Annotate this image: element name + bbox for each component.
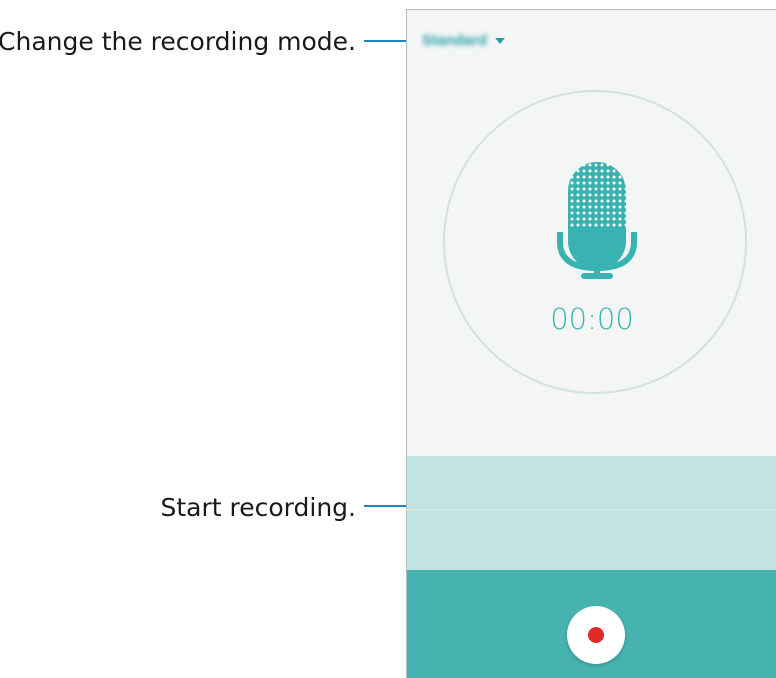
voice-recorder-screen: Standard 00:00 — [406, 9, 776, 678]
microphone-icon — [557, 162, 637, 279]
recording-timer: 00:00 — [550, 302, 634, 336]
recording-mode-label: Standard — [422, 32, 488, 49]
waveform-area — [407, 456, 776, 570]
waveform-baseline — [407, 509, 776, 510]
chevron-down-icon — [495, 37, 506, 44]
recording-mode-selector[interactable]: Standard — [422, 32, 506, 49]
callout-change-mode: Change the recording mode. — [0, 27, 356, 56]
record-button[interactable] — [567, 606, 625, 664]
record-icon — [588, 627, 604, 643]
callout-start-recording: Start recording. — [160, 493, 356, 522]
